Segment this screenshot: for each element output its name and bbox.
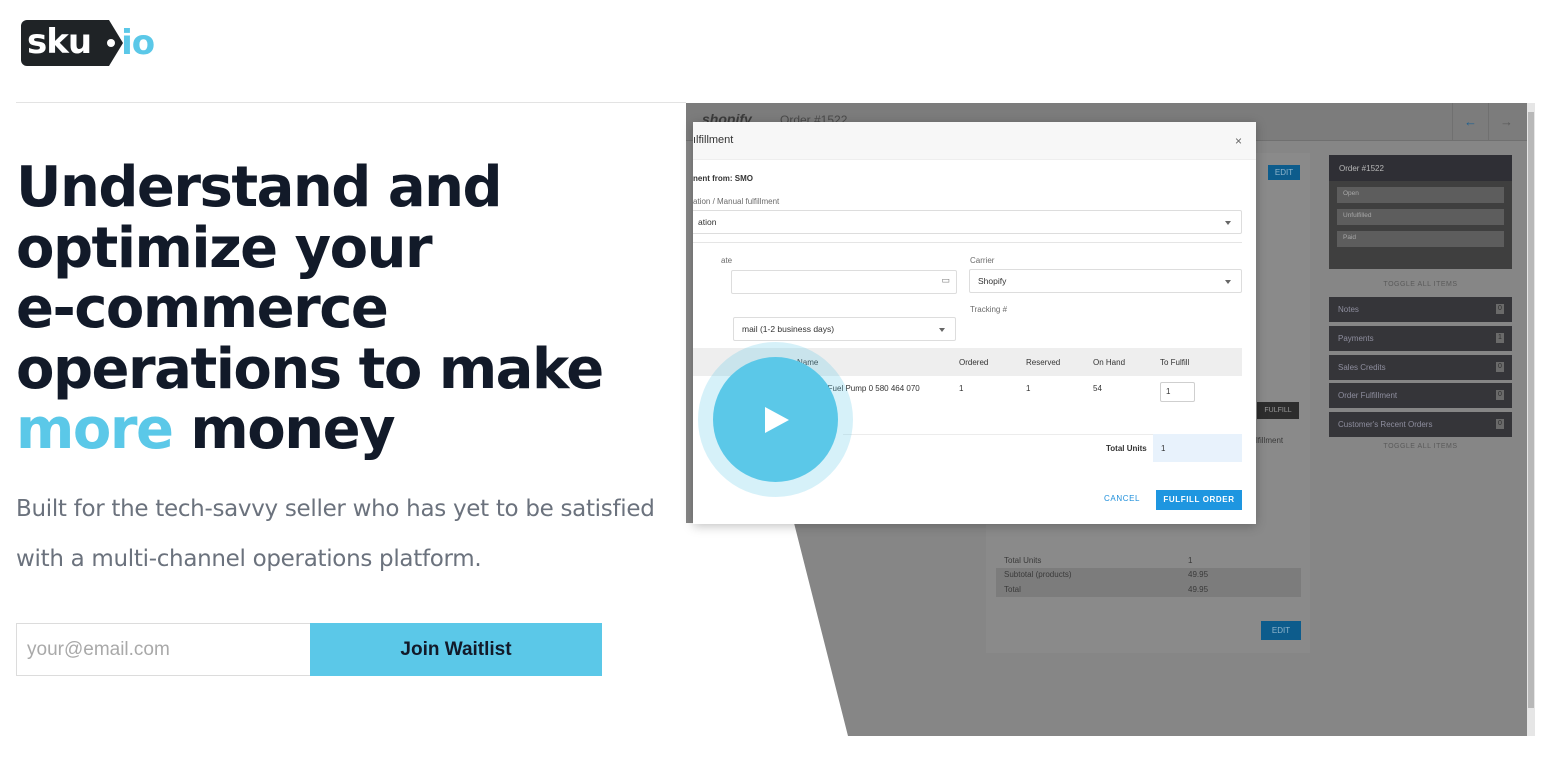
toggle-all-items-bottom[interactable]: TOGGLE ALL ITEMS xyxy=(1329,443,1512,450)
hero-subtitle: Built for the tech-savvy seller who has … xyxy=(16,496,655,572)
date-input[interactable]: ▭ xyxy=(731,270,957,294)
arrow-left-icon[interactable]: ← xyxy=(1452,103,1488,141)
calendar-icon: ▭ xyxy=(941,275,950,285)
play-circle[interactable] xyxy=(713,357,838,482)
date-label: ate xyxy=(721,256,733,265)
join-waitlist-button[interactable]: Join Waitlist xyxy=(310,623,602,676)
shipment-from: nent from: SMO xyxy=(693,174,753,183)
carrier-select[interactable]: Shopify xyxy=(969,269,1242,293)
fulfill-button[interactable]: FULFILL xyxy=(1257,402,1299,419)
chevron-down-icon xyxy=(1225,280,1231,284)
header-ordered: Ordered xyxy=(959,358,989,367)
to-fulfill-input[interactable]: 1 xyxy=(1160,382,1195,402)
sidebar-item-sales-credits[interactable]: Sales Credits 0 xyxy=(1329,355,1512,380)
cancel-button[interactable]: CANCEL xyxy=(1104,494,1140,503)
close-icon[interactable]: × xyxy=(1235,134,1242,148)
scrollbar-thumb[interactable] xyxy=(1528,112,1534,708)
toggle-all-items-top[interactable]: TOGGLE ALL ITEMS xyxy=(1329,281,1512,288)
logo-tag: sku xyxy=(21,20,124,66)
logo[interactable]: sku io xyxy=(21,20,155,66)
order-panel-title: Order #1522 xyxy=(1329,155,1512,181)
order-summary-panel: Order #1522 Open Unfulfilled Paid xyxy=(1329,155,1512,269)
order-totals: Total Units 1 Subtotal (products) 49.95 To… xyxy=(996,553,1301,597)
totals-row: Subtotal (products) 49.95 xyxy=(996,567,1301,582)
headline-line-4: operations to make xyxy=(16,336,604,402)
arrow-right-icon[interactable]: → xyxy=(1488,103,1524,141)
modal-divider xyxy=(693,242,1242,243)
hero-headline: Understand and optimize your e-commerce … xyxy=(16,155,656,462)
total-units-value: 1 xyxy=(1153,434,1242,462)
totals-row: Total 49.95 xyxy=(996,582,1301,597)
sidebar-item-recent-orders[interactable]: Customer's Recent Orders 0 xyxy=(1329,412,1512,437)
totals-row: Total Units 1 xyxy=(1004,555,1193,565)
chevron-down-icon xyxy=(939,328,945,332)
sidebar-item-payments[interactable]: Payments 1 xyxy=(1329,326,1512,351)
headline-line-2: optimize your xyxy=(16,215,433,281)
chevron-down-icon xyxy=(1225,221,1231,225)
headline-accent-word: more xyxy=(16,397,174,462)
carrier-label: Carrier xyxy=(970,256,995,265)
item-reserved: 1 xyxy=(1026,384,1031,393)
headline-line-3: e-commerce xyxy=(16,276,389,341)
tracking-label: Tracking # xyxy=(970,305,1008,314)
fulfillment-label-partial: lfillment xyxy=(1256,436,1284,445)
fulfillment-type-label: ation / Manual fulfillment xyxy=(693,197,780,206)
logo-text-io: io xyxy=(121,23,155,63)
shipping-method-select[interactable]: mail (1-2 business days) xyxy=(733,317,956,341)
email-input[interactable] xyxy=(16,623,310,676)
fulfill-order-button[interactable]: FULFILL ORDER xyxy=(1156,490,1242,510)
status-paid: Paid xyxy=(1337,231,1504,247)
headline-line-1: Understand and xyxy=(16,155,503,220)
fulfillment-type-select[interactable]: ation xyxy=(693,210,1242,234)
edit-button-bottom[interactable]: EDIT xyxy=(1261,621,1301,640)
edit-button-top[interactable]: EDIT xyxy=(1268,165,1300,180)
modal-title: ılfillment xyxy=(693,134,734,146)
item-ordered: 1 xyxy=(959,384,964,393)
sidebar-item-notes[interactable]: Notes 0 xyxy=(1329,297,1512,322)
sidebar-item-order-fulfillment[interactable]: Order Fulfillment 0 xyxy=(1329,383,1512,408)
play-icon xyxy=(765,407,789,433)
modal-title-bar xyxy=(693,122,1256,160)
status-unfulfilled: Unfulfilled xyxy=(1337,209,1504,225)
headline-last-word: money xyxy=(190,397,395,462)
header-to-fulfill: To Fulfill xyxy=(1160,358,1190,367)
item-on-hand: 54 xyxy=(1093,384,1102,393)
header-divider xyxy=(16,102,686,103)
play-video-button[interactable] xyxy=(698,342,853,497)
header-on-hand: On Hand xyxy=(1093,358,1126,367)
total-units-label: Total Units xyxy=(1106,444,1147,453)
logo-text-sku: sku xyxy=(27,22,92,62)
header-reserved: Reserved xyxy=(1026,358,1061,367)
status-open: Open xyxy=(1337,187,1504,203)
logo-dot xyxy=(107,39,116,47)
waitlist-form: Join Waitlist xyxy=(16,623,602,676)
